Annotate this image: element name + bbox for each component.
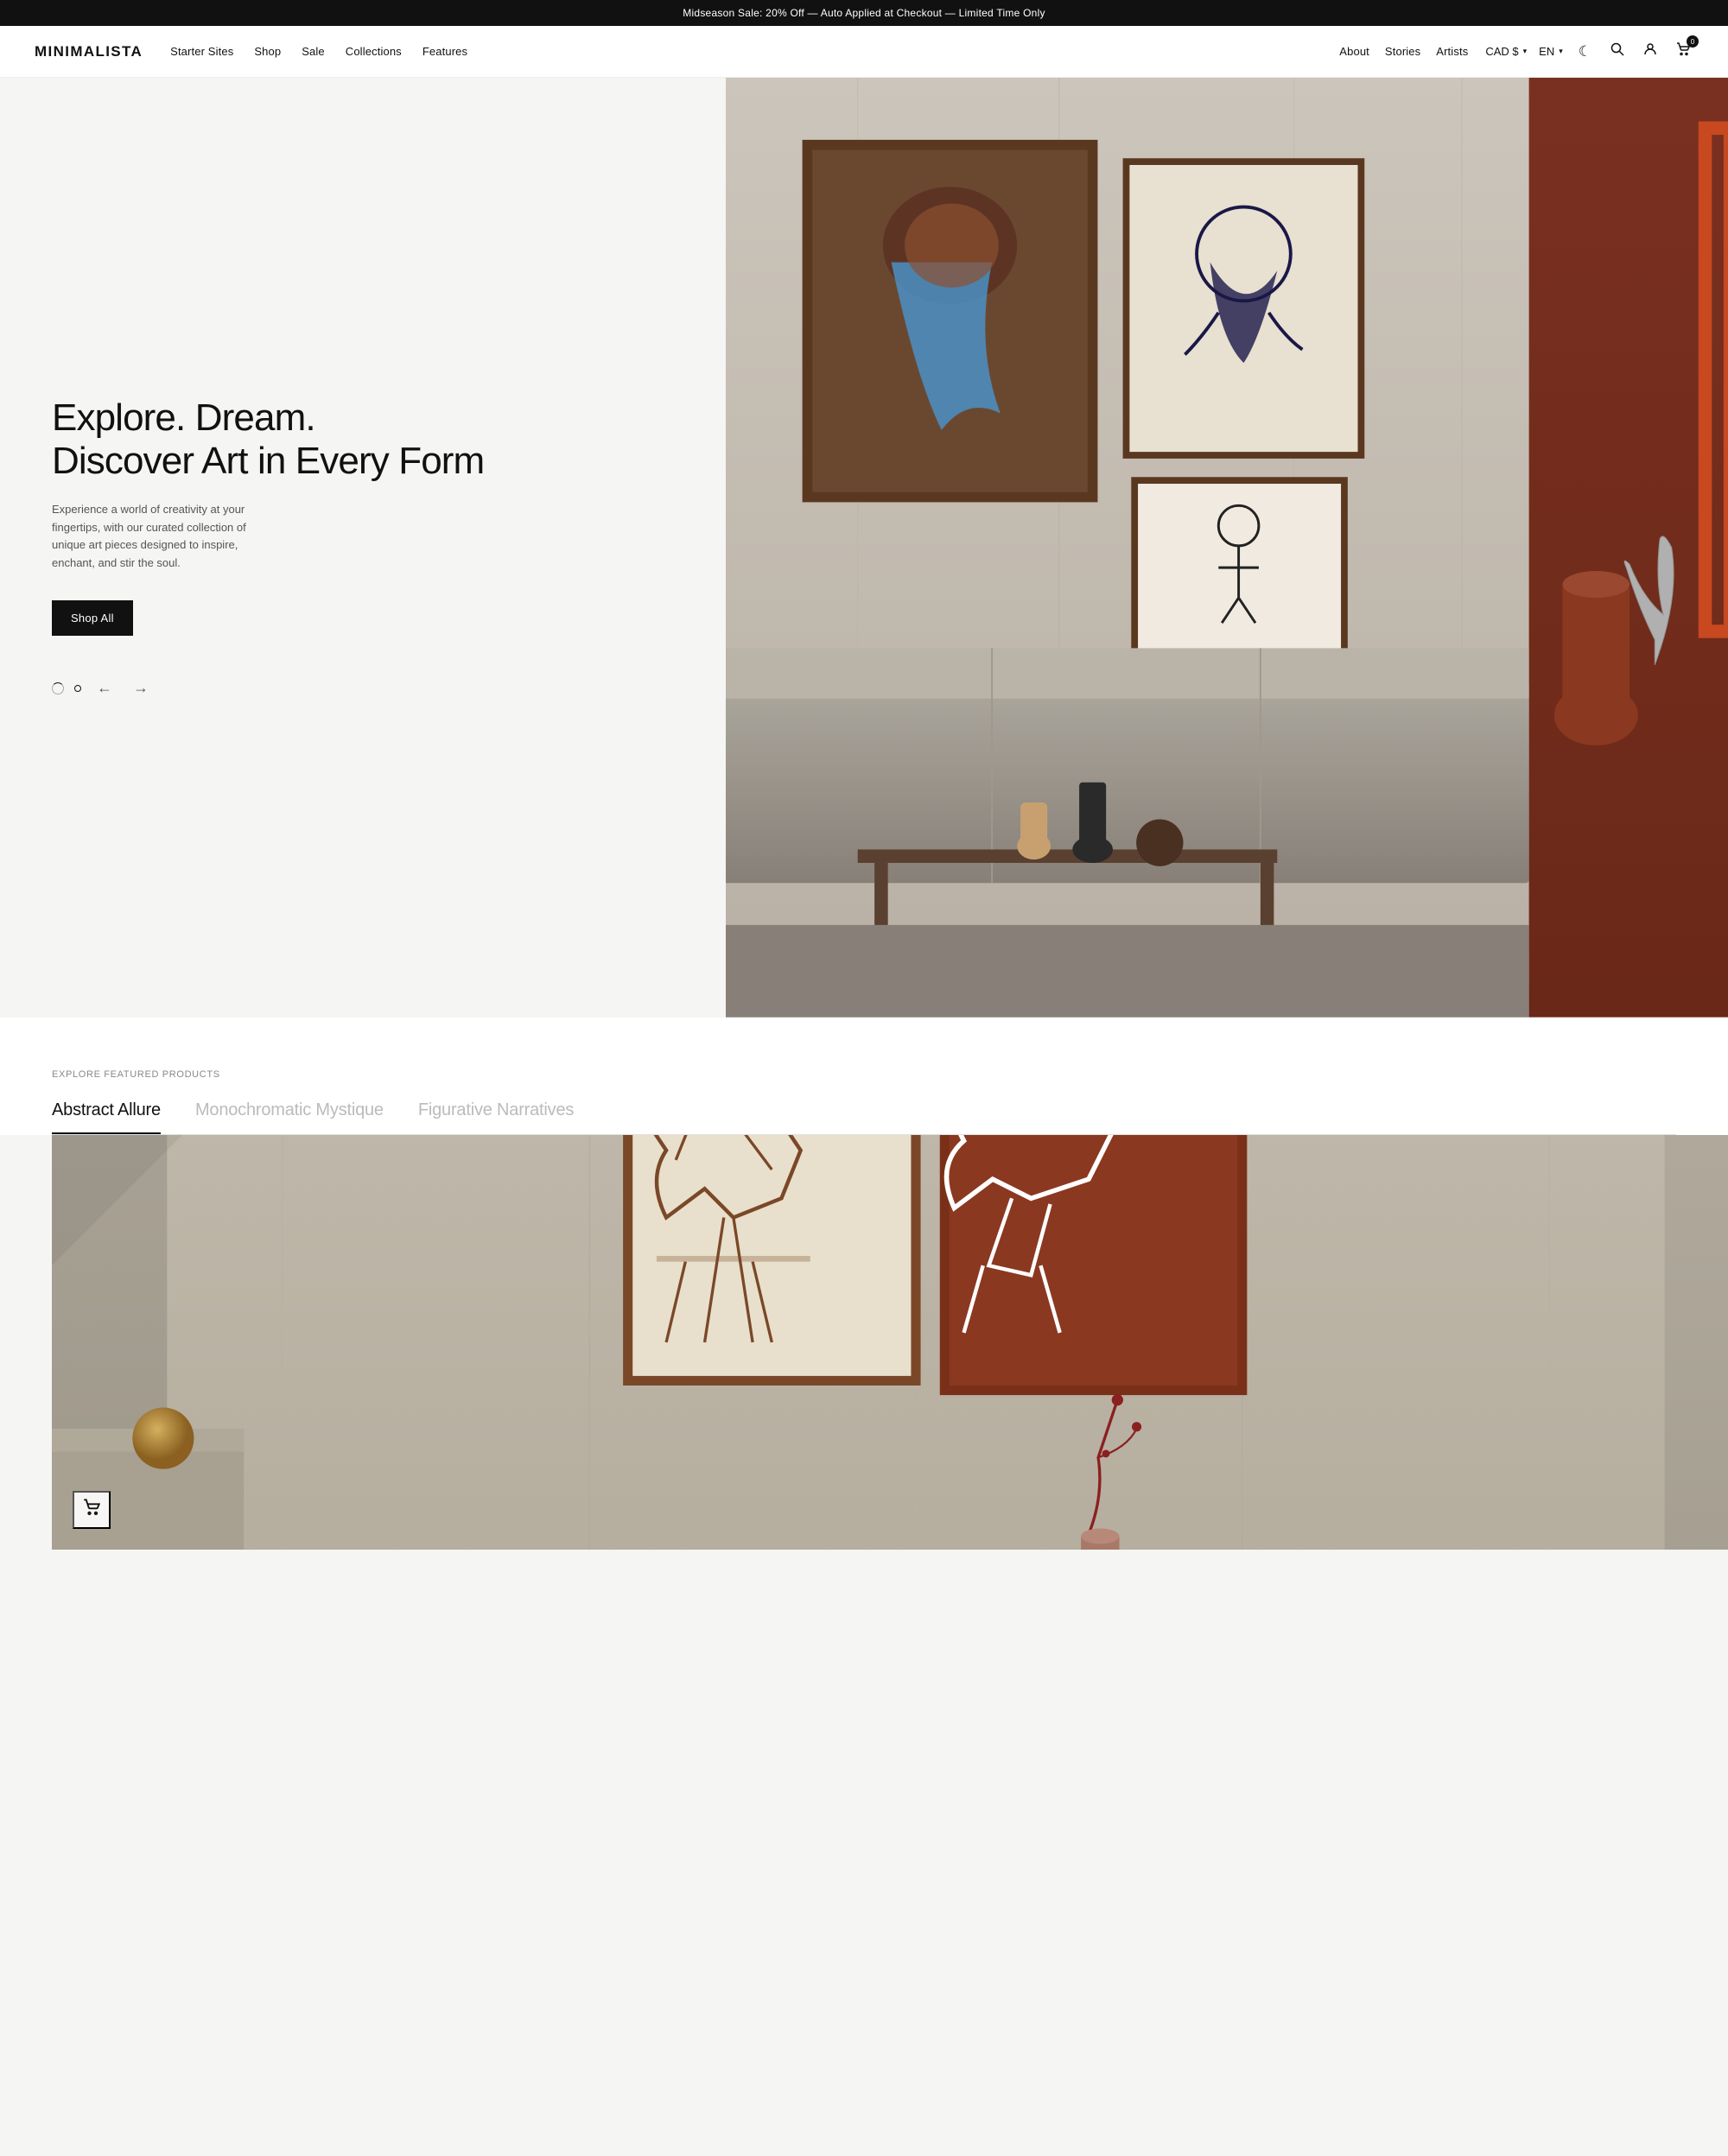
cart-float-icon xyxy=(83,1499,100,1520)
tab-monochromatic-mystique[interactable]: Monochromatic Mystique xyxy=(195,1100,384,1134)
product-image-area xyxy=(52,1135,1728,1550)
shop-all-button[interactable]: Shop All xyxy=(52,600,133,636)
announcement-bar: Midseason Sale: 20% Off — Auto Applied a… xyxy=(0,0,1728,26)
nav-artists[interactable]: Artists xyxy=(1436,45,1468,58)
language-chevron-icon: ▾ xyxy=(1559,47,1563,56)
nav-shop[interactable]: Shop xyxy=(254,45,281,58)
language-label: EN xyxy=(1539,45,1554,58)
announcement-text: Midseason Sale: 20% Off — Auto Applied a… xyxy=(683,7,1045,19)
tab-figurative-narratives[interactable]: Figurative Narratives xyxy=(418,1100,574,1134)
nav-right-links: About Stories Artists xyxy=(1339,45,1468,58)
slide-next-button[interactable]: → xyxy=(128,677,154,699)
nav-starter-sites[interactable]: Starter Sites xyxy=(170,45,233,58)
hero-title: Explore. Dream.Discover Art in Every For… xyxy=(52,396,674,484)
cart-count-badge: 0 xyxy=(1687,35,1699,48)
header-icons: CAD $ ▾ EN ▾ ☾ xyxy=(1485,39,1693,64)
slider-controls: ← → xyxy=(52,677,674,699)
featured-label: Explore Featured Products xyxy=(52,1069,1676,1080)
header-left: MINIMALISTA Starter Sites Shop Sale Coll… xyxy=(35,43,467,60)
cart-button[interactable]: 0 xyxy=(1673,39,1693,64)
user-icon xyxy=(1643,42,1657,60)
hero-image xyxy=(726,78,1728,1018)
nav-main: Starter Sites Shop Sale Collections Feat… xyxy=(170,45,467,58)
slide-loading-indicator xyxy=(52,682,64,694)
search-button[interactable] xyxy=(1607,39,1628,64)
floating-cart-button[interactable] xyxy=(73,1491,111,1529)
currency-selector[interactable]: CAD $ ▾ xyxy=(1485,45,1527,58)
hero-section: Explore. Dream.Discover Art in Every For… xyxy=(0,78,1728,1018)
featured-section: Explore Featured Products Abstract Allur… xyxy=(0,1018,1728,1135)
header-right: About Stories Artists CAD $ ▾ EN ▾ ☾ xyxy=(1339,39,1693,64)
header: MINIMALISTA Starter Sites Shop Sale Coll… xyxy=(0,26,1728,78)
theme-toggle-button[interactable]: ☾ xyxy=(1575,40,1595,64)
nav-features[interactable]: Features xyxy=(422,45,467,58)
nav-stories[interactable]: Stories xyxy=(1385,45,1420,58)
arrow-left-icon: ← xyxy=(97,679,112,696)
language-selector[interactable]: EN ▾ xyxy=(1539,45,1563,58)
nav-sale[interactable]: Sale xyxy=(302,45,325,58)
moon-icon: ☾ xyxy=(1579,43,1591,60)
tab-abstract-allure[interactable]: Abstract Allure xyxy=(52,1100,161,1134)
nav-about[interactable]: About xyxy=(1339,45,1369,58)
search-icon xyxy=(1610,42,1624,60)
product-image xyxy=(52,1135,1728,1550)
product-tabs: Abstract Allure Monochromatic Mystique F… xyxy=(52,1100,1676,1135)
arrow-right-icon: → xyxy=(133,679,149,696)
nav-collections[interactable]: Collections xyxy=(346,45,402,58)
hero-image-area xyxy=(726,78,1728,1018)
slide-prev-button[interactable]: ← xyxy=(92,677,118,699)
currency-chevron-icon: ▾ xyxy=(1523,47,1528,56)
hero-description: Experience a world of creativity at your… xyxy=(52,501,259,573)
account-button[interactable] xyxy=(1640,39,1661,64)
logo[interactable]: MINIMALISTA xyxy=(35,43,143,60)
slide-dot-2[interactable] xyxy=(74,685,81,692)
currency-label: CAD $ xyxy=(1485,45,1518,58)
hero-content: Explore. Dream.Discover Art in Every For… xyxy=(0,78,726,1018)
